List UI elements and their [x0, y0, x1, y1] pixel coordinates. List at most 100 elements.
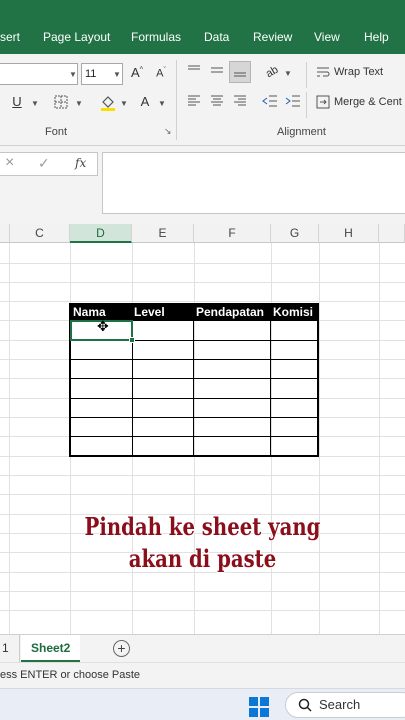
- orientation-button[interactable]: ab: [262, 63, 282, 81]
- add-sheet-button[interactable]: +: [113, 640, 130, 657]
- caption-line-2: akan di paste: [128, 544, 277, 573]
- tab-page-layout[interactable]: Page Layout: [43, 26, 110, 48]
- align-center-button[interactable]: [209, 95, 225, 109]
- windows-taskbar: Search: [0, 688, 405, 720]
- column-header-h[interactable]: H: [319, 224, 379, 243]
- align-left-icon: [188, 95, 200, 106]
- borders-button[interactable]: [53, 95, 69, 111]
- gridline: [0, 301, 405, 302]
- chevron-down-icon[interactable]: ▼: [75, 99, 83, 108]
- middle-align-button[interactable]: [209, 64, 225, 78]
- column-header-c[interactable]: C: [10, 224, 70, 243]
- decrease-indent-icon: [262, 95, 277, 107]
- excel-window: sert Page Layout Formulas Data Review Vi…: [0, 0, 405, 720]
- increase-font-size-button[interactable]: A^: [129, 65, 145, 83]
- align-left-button[interactable]: [186, 95, 202, 109]
- fill-color-button[interactable]: [98, 93, 118, 113]
- column-header-e[interactable]: E: [132, 224, 194, 243]
- windows-start-icon[interactable]: [249, 697, 269, 717]
- merge-center-label: Merge & Cent: [334, 96, 402, 108]
- tab-review[interactable]: Review: [253, 26, 292, 48]
- table-border: [69, 455, 319, 457]
- wrap-text-icon: [317, 67, 330, 77]
- decrease-font-size-button[interactable]: Aˇ: [153, 67, 169, 83]
- tab-data[interactable]: Data: [204, 26, 229, 48]
- tab-help[interactable]: Help: [364, 26, 389, 48]
- ribbon-tabs-bar: sert Page Layout Formulas Data Review Vi…: [0, 0, 405, 54]
- taskbar-search-box[interactable]: Search: [285, 692, 405, 718]
- font-size-dropdown[interactable]: 11 ▼: [81, 63, 123, 85]
- gridline: [0, 475, 405, 476]
- search-label: Search: [319, 697, 361, 712]
- decrease-indent-button[interactable]: [262, 95, 278, 109]
- move-cursor-icon: ✥: [97, 318, 109, 334]
- borders-icon: [54, 95, 68, 109]
- table-border: [69, 359, 319, 360]
- formula-input[interactable]: [102, 152, 405, 214]
- status-message: ess ENTER or choose Paste: [0, 669, 141, 681]
- gridline: [0, 282, 405, 283]
- gridline: [0, 494, 405, 495]
- increase-indent-button[interactable]: [285, 95, 301, 109]
- formula-buttons: × ✓ fx: [0, 152, 98, 176]
- table-border: [69, 417, 319, 418]
- font-dialog-launcher-icon[interactable]: ↘: [164, 126, 172, 137]
- bottom-align-icon: [234, 72, 246, 77]
- sheet-tab-sheet1[interactable]: 1: [0, 635, 20, 662]
- merge-cells-icon: [316, 95, 330, 109]
- cancel-entry-button[interactable]: ×: [5, 154, 14, 172]
- status-bar: ess ENTER or choose Paste: [0, 662, 405, 688]
- top-align-icon: [188, 65, 200, 70]
- sheet-tabs-bar: 1 Sheet2 +: [0, 634, 405, 662]
- chevron-down-icon: ▼: [69, 70, 77, 79]
- underline-button[interactable]: U: [10, 94, 24, 112]
- confirm-entry-button[interactable]: ✓: [38, 155, 50, 172]
- formula-bar: × ✓ fx: [0, 146, 405, 224]
- insert-function-button[interactable]: fx: [75, 156, 86, 170]
- table-border: [193, 303, 194, 457]
- middle-align-icon: [211, 67, 223, 73]
- table-border: [317, 303, 319, 457]
- top-align-button[interactable]: [186, 64, 202, 78]
- group-divider: [176, 60, 177, 140]
- chevron-down-icon[interactable]: ▼: [120, 99, 128, 108]
- ribbon: ▼ 11 ▼ A^ Aˇ U ▼ ▼ ▼ A ▼ Font ↘ ab ▼ Wra…: [0, 54, 405, 146]
- table-border: [69, 378, 319, 379]
- font-name-dropdown[interactable]: ▼: [0, 63, 78, 85]
- group-divider: [306, 62, 307, 88]
- table-header-pendapatan[interactable]: Pendapatan: [196, 304, 264, 320]
- chevron-down-icon[interactable]: ▼: [31, 99, 39, 108]
- tab-view[interactable]: View: [314, 26, 340, 48]
- group-divider: [306, 92, 307, 118]
- increase-indent-icon: [285, 95, 300, 107]
- align-right-icon: [234, 95, 246, 106]
- shrink-font-icon: A: [156, 67, 164, 80]
- search-icon: [298, 698, 312, 712]
- table-border: [270, 303, 271, 457]
- tab-formulas[interactable]: Formulas: [131, 26, 181, 48]
- table-border: [69, 436, 319, 437]
- gridline: [0, 263, 405, 264]
- font-size-value: 11: [85, 68, 97, 80]
- alignment-group-label: Alignment: [277, 126, 326, 138]
- gridline: [0, 591, 405, 592]
- bottom-align-button[interactable]: [229, 61, 251, 83]
- font-color-button[interactable]: A: [138, 94, 152, 112]
- chevron-down-icon[interactable]: ▼: [284, 69, 292, 78]
- align-right-button[interactable]: [232, 95, 248, 109]
- caption-line-1: Pindah ke sheet yang: [84, 512, 321, 541]
- sheet-tab-sheet2[interactable]: Sheet2: [21, 635, 81, 662]
- paint-bucket-icon: [101, 96, 115, 111]
- table-border: [69, 398, 319, 399]
- table-header-komisi[interactable]: Komisi: [273, 304, 313, 320]
- table-header-level[interactable]: Level: [134, 304, 165, 320]
- chevron-down-icon[interactable]: ▼: [158, 99, 166, 108]
- column-header-partial[interactable]: [379, 224, 405, 243]
- column-header-partial[interactable]: [0, 224, 10, 243]
- tab-insert[interactable]: sert: [0, 26, 20, 48]
- column-header-f[interactable]: F: [194, 224, 271, 243]
- fill-handle[interactable]: [129, 337, 135, 343]
- column-header-d[interactable]: D: [70, 224, 132, 243]
- angled-text-icon: ab: [263, 63, 281, 81]
- column-header-g[interactable]: G: [271, 224, 319, 243]
